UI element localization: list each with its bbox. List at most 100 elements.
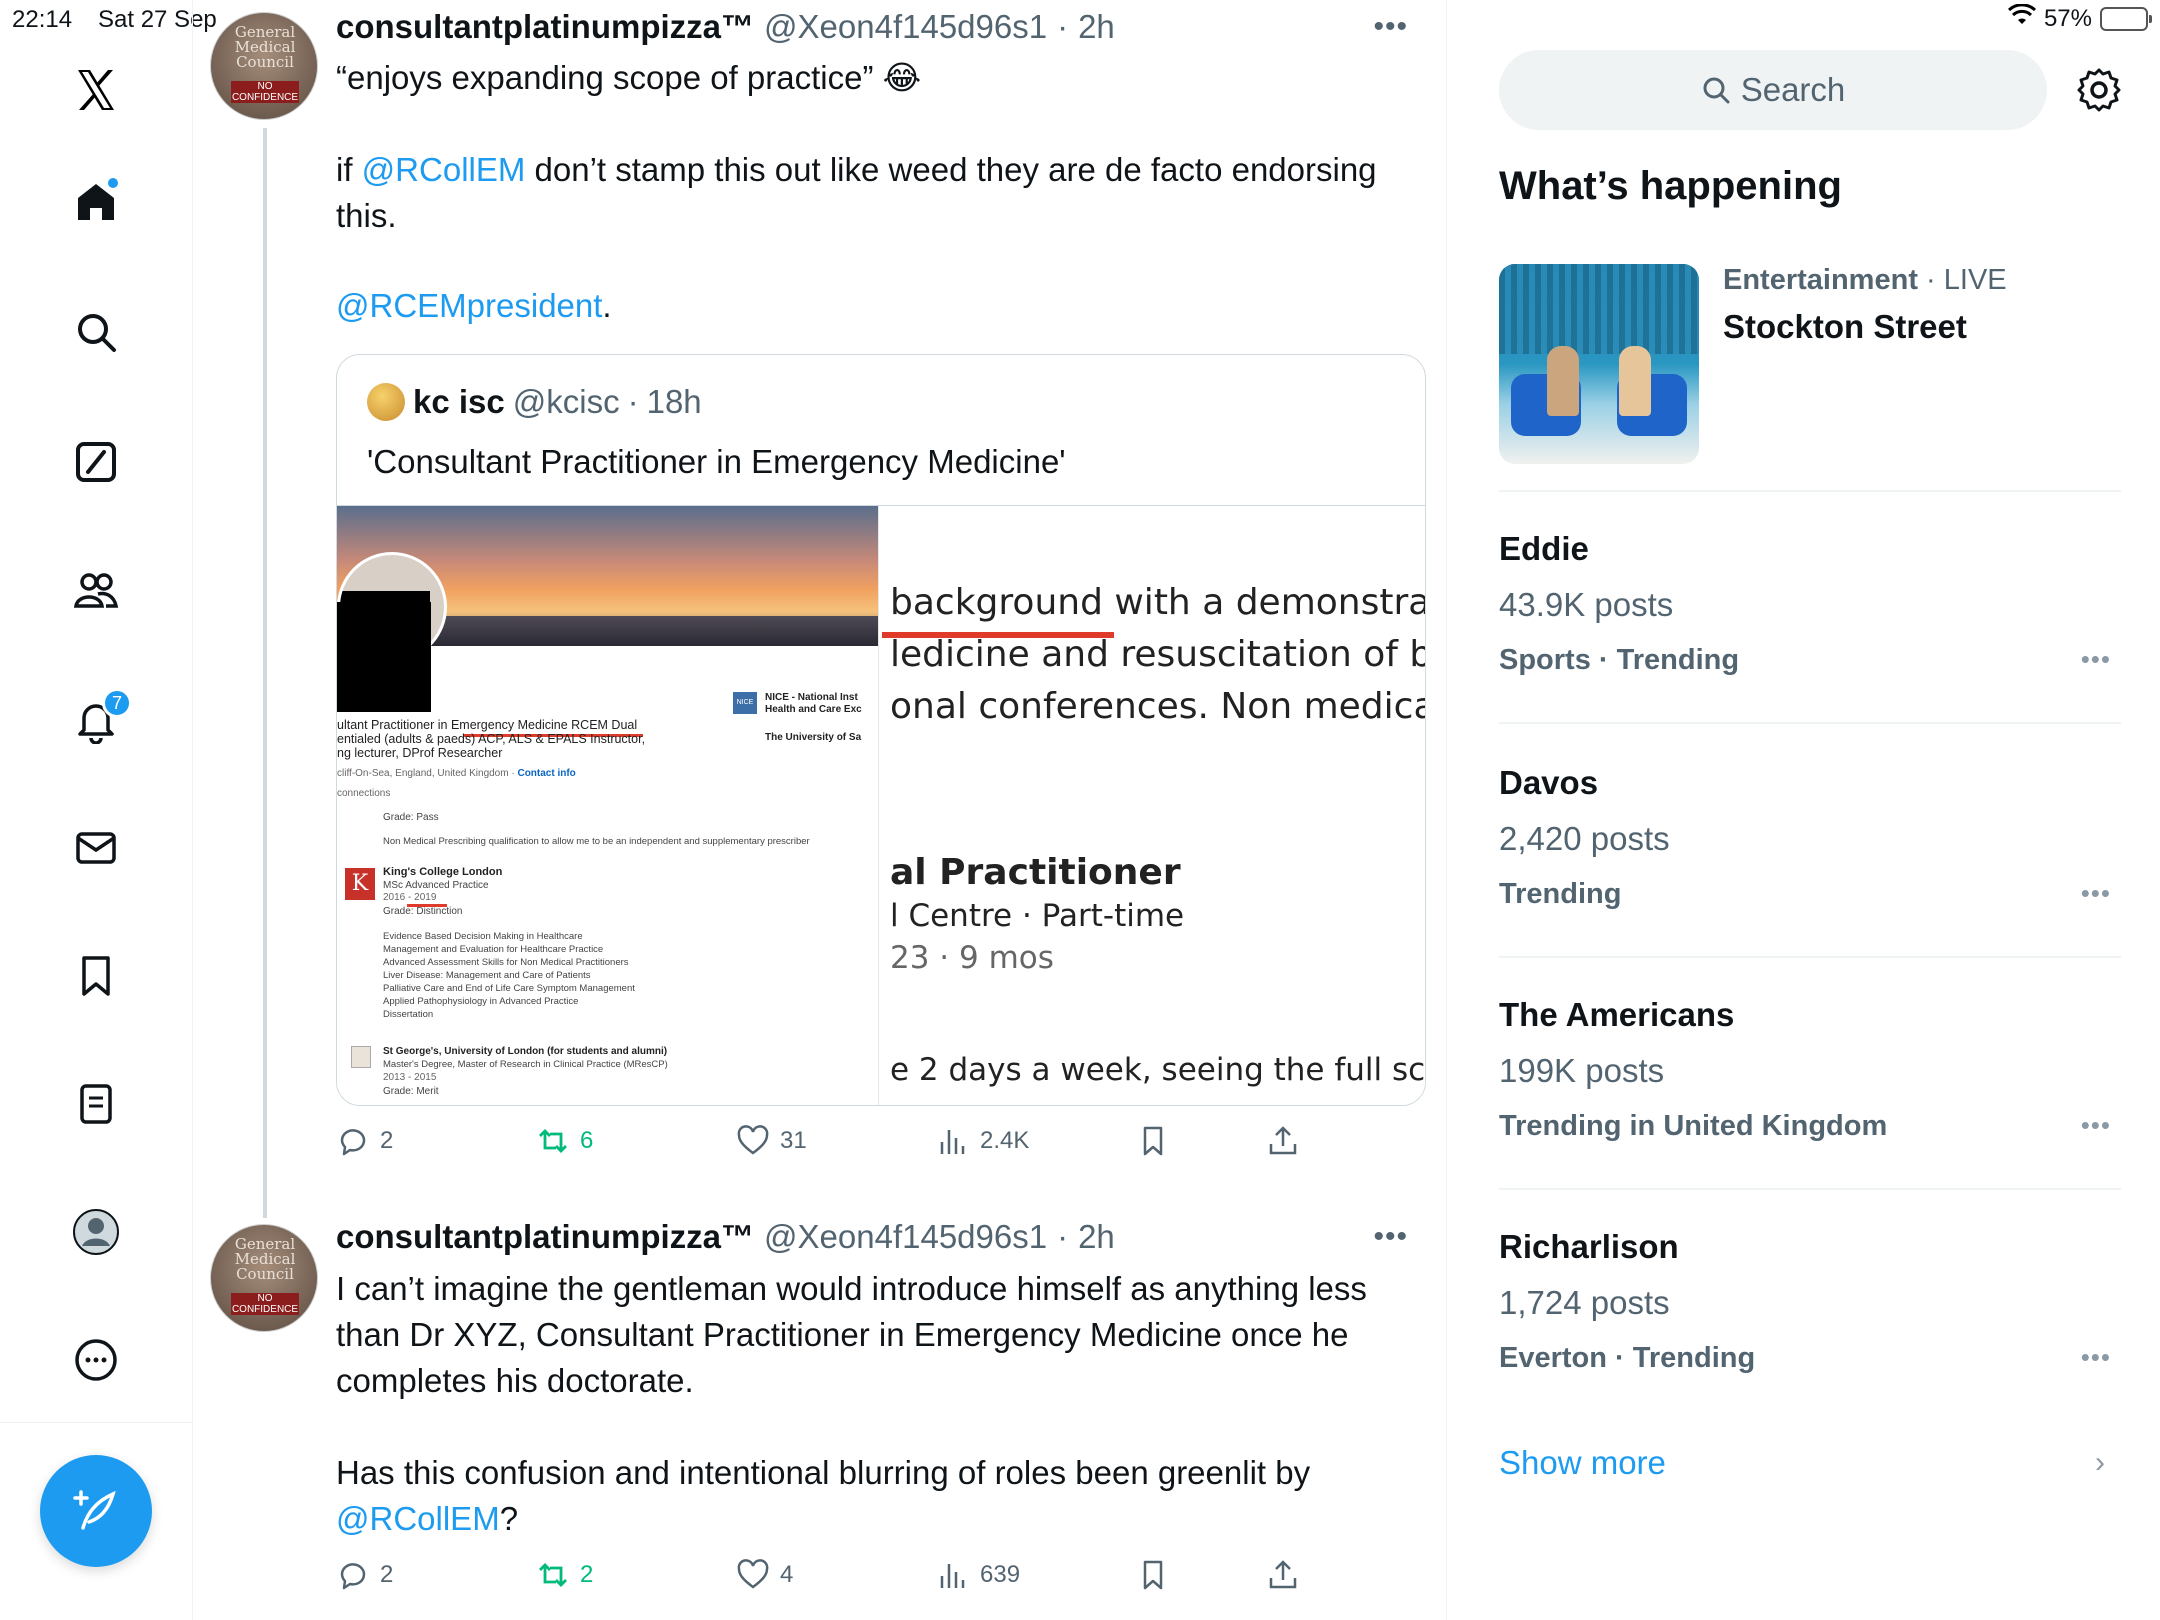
- repost-count: 6: [580, 1127, 594, 1154]
- repost-icon: [539, 1129, 567, 1153]
- trend-item[interactable]: Eddie 43.9K posts Sports · Trending •••: [1499, 530, 2121, 710]
- quote-time: 18h: [646, 383, 702, 420]
- tweet-actions: 2 6 31 2.4K: [336, 1124, 1336, 1164]
- messages-icon[interactable]: [62, 814, 130, 882]
- thread-line: [263, 128, 267, 1218]
- notifications-icon[interactable]: 7: [62, 686, 132, 754]
- divider: [1499, 1188, 2121, 1190]
- left-navigation: 7: [0, 0, 193, 1620]
- trend-item[interactable]: The Americans 199K posts Trending in Uni…: [1499, 996, 2121, 1176]
- settings-gear-icon[interactable]: [2075, 66, 2123, 114]
- featured-meta: Entertainment · LIVE: [1723, 264, 2007, 296]
- tweet-header: consultantplatinumpizza™ @Xeon4f145d96s1…: [336, 8, 1115, 46]
- like-count: 31: [780, 1127, 807, 1154]
- job-description-screenshot: background with a demonstra ledicine and…: [880, 506, 1425, 1105]
- profile-icon[interactable]: [62, 1198, 130, 1266]
- quote-author-name: kc isc: [413, 383, 505, 420]
- bookmark-icon: [1143, 1126, 1163, 1156]
- quoted-tweet[interactable]: kc isc @kcisc · 18h 'Consultant Practiti…: [336, 354, 1426, 1106]
- quote-header: kc isc @kcisc · 18h: [367, 383, 702, 421]
- author-avatar[interactable]: General Medical Council NO CONFIDENCE: [210, 12, 318, 120]
- views-icon: [940, 1564, 965, 1588]
- trend-category: Trending: [1499, 878, 1622, 910]
- author-name[interactable]: consultantplatinumpizza™: [336, 1218, 754, 1256]
- trend-more-icon[interactable]: •••: [2081, 644, 2111, 675]
- tweet[interactable]: General Medical Council NO CONFIDENCE co…: [194, 0, 1444, 1218]
- more-icon[interactable]: [62, 1326, 130, 1394]
- search-placeholder: Search: [1740, 71, 1846, 108]
- trend-more-icon[interactable]: •••: [2081, 1110, 2111, 1141]
- x-logo-icon[interactable]: [62, 56, 130, 124]
- bookmarks-icon[interactable]: [62, 942, 130, 1010]
- search-input[interactable]: Search: [1499, 50, 2047, 130]
- timeline: General Medical Council NO CONFIDENCE co…: [194, 0, 1444, 1620]
- mention-link[interactable]: @RCollEM: [362, 151, 526, 188]
- featured-title: Stockton Street: [1723, 308, 1967, 345]
- repost-button[interactable]: 2: [536, 1558, 593, 1592]
- tweet-time[interactable]: 2h: [1078, 1218, 1115, 1256]
- tweet[interactable]: General Medical Council NO CONFIDENCE co…: [194, 1210, 1444, 1620]
- bookmark-button[interactable]: [1136, 1124, 1170, 1158]
- lists-icon[interactable]: [62, 1070, 130, 1138]
- trend-name: The Americans: [1499, 996, 1735, 1033]
- trend-item[interactable]: Davos 2,420 posts Trending •••: [1499, 764, 2121, 944]
- featured-trend[interactable]: Entertainment · LIVE Stockton Street: [1499, 264, 2119, 488]
- featured-image: [1499, 264, 1699, 464]
- author-name[interactable]: consultantplatinumpizza™: [336, 8, 754, 46]
- like-button[interactable]: 4: [736, 1558, 793, 1592]
- compose-button[interactable]: [40, 1455, 152, 1567]
- repost-icon: [539, 1563, 567, 1587]
- trend-count: 199K posts: [1499, 1052, 1665, 1089]
- search-icon: [1703, 77, 1730, 104]
- share-icon: [1269, 1126, 1297, 1155]
- tweet-text: “enjoys expanding scope of practice” 😂 i…: [336, 55, 1416, 329]
- like-button[interactable]: 31: [736, 1124, 807, 1158]
- author-handle[interactable]: @Xeon4f145d96s1: [764, 8, 1047, 46]
- author-handle[interactable]: @Xeon4f145d96s1: [764, 1218, 1047, 1256]
- avatar-text: General Medical Council: [234, 1235, 296, 1283]
- tweet-line: if @RCollEM don’t stamp this out like we…: [336, 151, 1377, 234]
- trend-more-icon[interactable]: •••: [2081, 1342, 2111, 1373]
- tweet-actions: 2 2 4 639: [336, 1558, 1336, 1598]
- trend-item[interactable]: Richarlison 1,724 posts Everton · Trendi…: [1499, 1228, 2121, 1408]
- views-button[interactable]: 2.4K: [936, 1124, 1029, 1158]
- views-icon: [940, 1130, 965, 1154]
- trend-name: Richarlison: [1499, 1228, 1679, 1265]
- repost-button[interactable]: 6: [536, 1124, 593, 1158]
- trend-category: Everton · Trending: [1499, 1342, 1756, 1374]
- compose-icon: [73, 1490, 116, 1530]
- search-icon[interactable]: [62, 298, 130, 366]
- module-list: Evidence Based Decision Making in Health…: [383, 931, 635, 1020]
- mention-link[interactable]: @RCollEM: [336, 1500, 500, 1537]
- chevron-right-icon: ›: [2095, 1446, 2105, 1479]
- quote-media[interactable]: ultant Practitioner in Emergency Medicin…: [337, 505, 1425, 1105]
- views-button[interactable]: 639: [936, 1558, 1020, 1592]
- home-icon[interactable]: [62, 168, 130, 236]
- tweet-time[interactable]: 2h: [1078, 8, 1115, 46]
- reply-icon: [340, 1563, 366, 1590]
- quote-avatar: [367, 383, 405, 421]
- heart-icon: [737, 1559, 769, 1589]
- kings-college-logo: K: [345, 868, 375, 900]
- show-more-link[interactable]: Show more: [1499, 1444, 1666, 1482]
- avatar-text: General Medical Council: [234, 23, 296, 71]
- grok-icon[interactable]: [62, 428, 130, 496]
- new-posts-dot: [106, 176, 120, 190]
- share-button[interactable]: [1266, 1124, 1300, 1158]
- reply-button[interactable]: 2: [336, 1124, 393, 1158]
- trend-count: 43.9K posts: [1499, 586, 1674, 623]
- bookmark-button[interactable]: [1136, 1558, 1170, 1592]
- like-count: 4: [780, 1561, 794, 1588]
- share-icon: [1269, 1560, 1297, 1589]
- avatar-banner: NO CONFIDENCE: [231, 81, 299, 103]
- heart-icon: [737, 1125, 769, 1155]
- more-options-icon[interactable]: •••: [1373, 10, 1408, 44]
- view-count: 639: [980, 1561, 1021, 1588]
- communities-icon[interactable]: [62, 556, 130, 624]
- more-options-icon[interactable]: •••: [1373, 1220, 1408, 1254]
- trend-more-icon[interactable]: •••: [2081, 878, 2111, 909]
- share-button[interactable]: [1266, 1558, 1300, 1592]
- author-avatar[interactable]: General Medical Council NO CONFIDENCE: [210, 1224, 318, 1332]
- mention-link[interactable]: @RCEMpresident: [336, 287, 602, 324]
- reply-button[interactable]: 2: [336, 1558, 393, 1592]
